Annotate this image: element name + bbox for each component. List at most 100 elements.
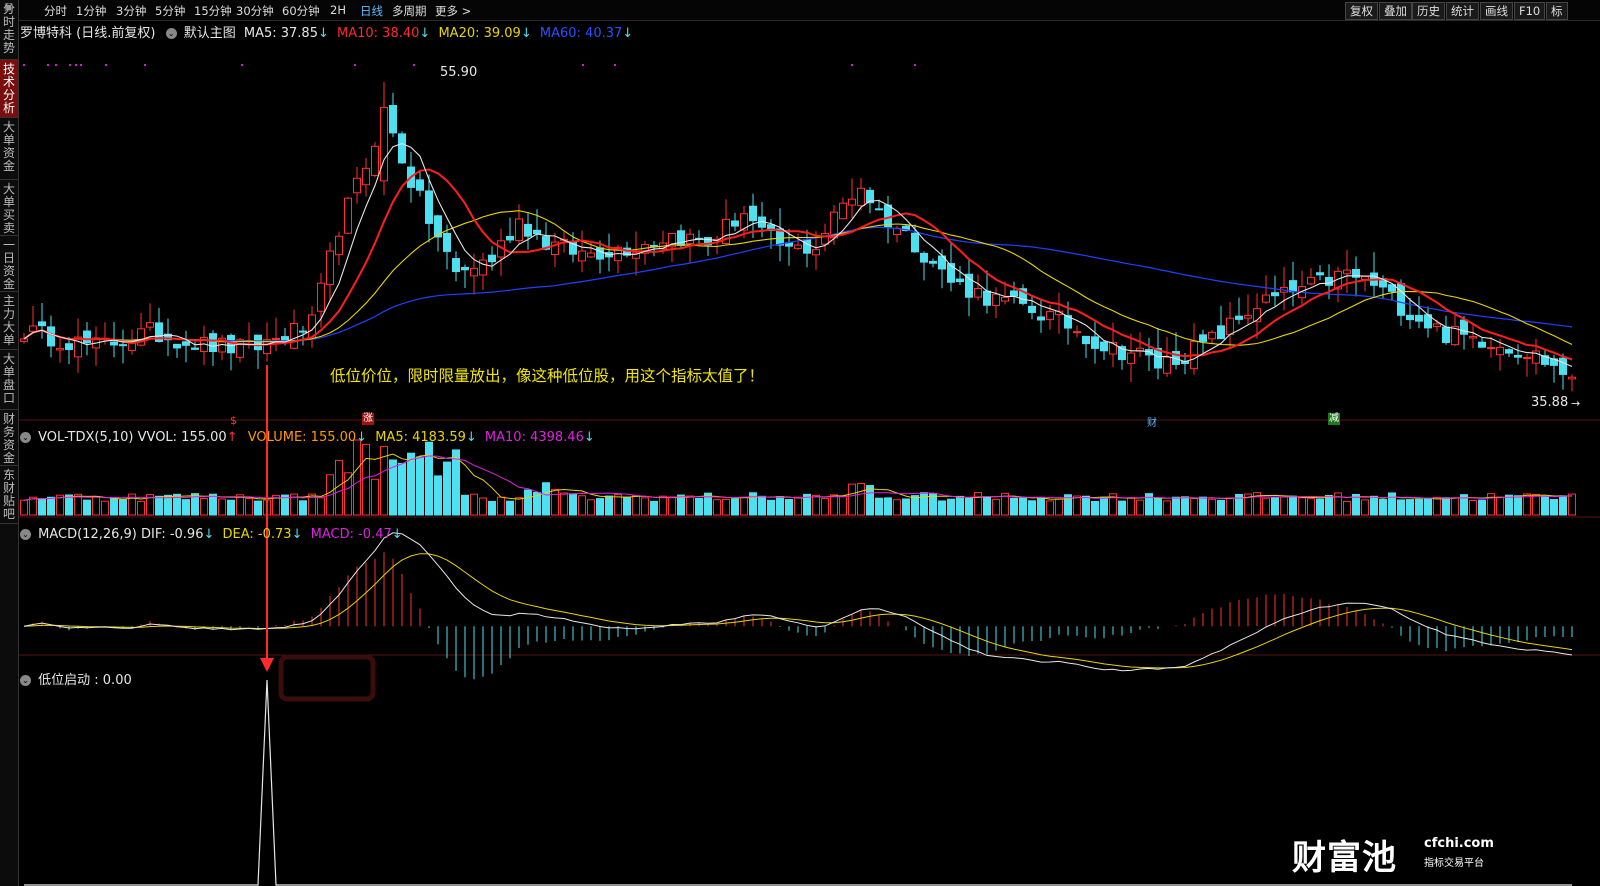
volume-bar-91 [839,495,847,516]
timeframe-5[interactable]: 30分钟 [236,3,274,19]
volume-bar-93 [857,483,865,516]
sidebar-tab-6[interactable]: 大单盘口 [0,350,18,410]
candle-body-19 [191,347,199,350]
volume-bar-172 [1568,493,1576,516]
volume-bar-47 [443,461,451,516]
toolbar-button-6[interactable]: 标 [1546,2,1568,20]
template-name[interactable]: 默认主图 [184,26,236,41]
candle-body-79 [731,220,739,227]
macd-value-label: MACD: -0.47 [310,527,392,542]
volume-bar-39 [371,478,379,516]
candle-body-160 [1460,319,1468,335]
sidebar-tab-4[interactable]: 一日资金 [0,236,18,292]
volume-title[interactable]: VOL-TDX(5,10) [38,430,133,445]
candle-body-101 [929,260,937,264]
toolbar-button-5[interactable]: F10 [1514,2,1546,20]
menu-icon[interactable]: ▣ [4,2,13,13]
volume-bar-149 [1361,499,1369,516]
candle-body-30 [290,322,298,349]
candle-body-118 [1082,335,1090,345]
ma5-label: MA5: 37.85 [243,26,318,41]
vol-ma10-arrow: ↓ [583,430,595,445]
candle-body-120 [1100,341,1108,352]
volume-bar-147 [1343,500,1351,516]
toolbar-button-3[interactable]: 统计 [1446,2,1479,20]
candle-body-154 [1406,314,1414,321]
volume-bar-103 [947,498,955,516]
candle-body-172 [1568,376,1576,380]
volume-bar-5 [65,494,73,516]
timeframe-8[interactable]: 日线 [360,3,383,19]
volume-bar-131 [1199,496,1207,516]
candle-body-52 [488,254,496,263]
candle-body-31 [299,330,307,333]
template-dropdown-icon[interactable]: ⌄ [165,28,177,39]
candle-body-1 [29,325,37,332]
sidebar-tab-7[interactable]: 财务资金 [0,410,18,466]
candle-body-37 [353,177,361,194]
volume-bar-154 [1406,499,1414,516]
timeframe-6[interactable]: 60分钟 [282,3,320,19]
candle-body-57 [533,229,541,235]
toolbar-button-4[interactable]: 画线 [1480,2,1513,20]
sidebar-tab-1[interactable]: 技术分析 [0,60,18,118]
vol-ma5-arrow: ↓ [465,430,477,445]
sidebar-tab-2[interactable]: 大单资金 [0,118,18,180]
timeframe-9[interactable]: 多周期 [392,3,427,19]
event-marker-finance[interactable]: 财 [1147,414,1157,429]
volume-bar-84 [776,496,784,516]
sidebar-tab-5[interactable]: 主力大单 [0,292,18,350]
toolbar-button-2[interactable]: 历史 [1412,2,1445,20]
candle-body-39 [371,145,379,176]
indicator-collapse-icon[interactable]: ⌄ [20,675,31,686]
signal-dot-1 [47,64,49,66]
low-price-arrow: → [1571,397,1581,410]
candle-body-112 [1028,305,1036,313]
volume-bar-89 [821,497,829,516]
candle-body-164 [1496,346,1504,356]
volume-bar-45 [425,441,433,516]
candle-body-21 [209,333,217,352]
volume-bar-166 [1514,495,1522,516]
ma60-label: MA60: 40.37 [539,26,623,41]
candle-body-49 [461,266,469,271]
volume-bar-171 [1559,495,1567,516]
timeframe-2[interactable]: 3分钟 [116,3,146,19]
timeframe-3[interactable]: 5分钟 [155,3,185,19]
candle-body-108 [992,293,1000,307]
volume-bar-69 [641,497,649,516]
dea-label: DEA: -0.73 [222,527,292,542]
candle-body-144 [1316,272,1324,276]
candle-body-56 [524,223,532,237]
volume-bar-158 [1442,497,1450,516]
event-marker-rise[interactable]: 涨 [362,413,374,425]
sidebar-tab-8[interactable]: 东财贴吧 [0,466,18,524]
event-marker-dollar[interactable]: $ [230,414,237,427]
ma20-label: MA20: 39.09 [438,26,521,41]
volume-bar-51 [479,497,487,516]
candle-body-162 [1478,341,1486,348]
timeframe-10[interactable]: 更多 > [435,3,471,19]
candle-body-28 [272,338,280,341]
volume-bar-10 [110,498,118,516]
timeframe-1[interactable]: 1分钟 [76,3,106,19]
sidebar-tab-3[interactable]: 大单买卖 [0,180,18,236]
volume-bar-23 [227,499,235,516]
timeframe-7[interactable]: 2H [330,3,346,17]
macd-title[interactable]: MACD(12,26,9) [38,527,137,542]
timeframe-4[interactable]: 15分钟 [194,3,232,19]
volume-collapse-icon[interactable]: ⌄ [20,432,31,443]
macd-collapse-icon[interactable]: ⌄ [20,529,31,540]
candle-body-55 [515,218,523,241]
toolbar-button-0[interactable]: 复权 [1345,2,1378,20]
volume-bar-145 [1325,494,1333,516]
timeframe-0[interactable]: 分时 [44,3,67,19]
candle-body-45 [425,190,433,224]
volume-bar-0 [20,499,28,516]
candle-body-4 [56,347,64,351]
indicator-title[interactable]: 低位启动 : 0.00 [38,673,132,688]
event-marker-reduce[interactable]: 减 [1328,413,1340,425]
candle-body-24 [236,339,244,358]
candle-body-34 [326,250,334,286]
toolbar-button-1[interactable]: 叠加 [1379,2,1412,20]
